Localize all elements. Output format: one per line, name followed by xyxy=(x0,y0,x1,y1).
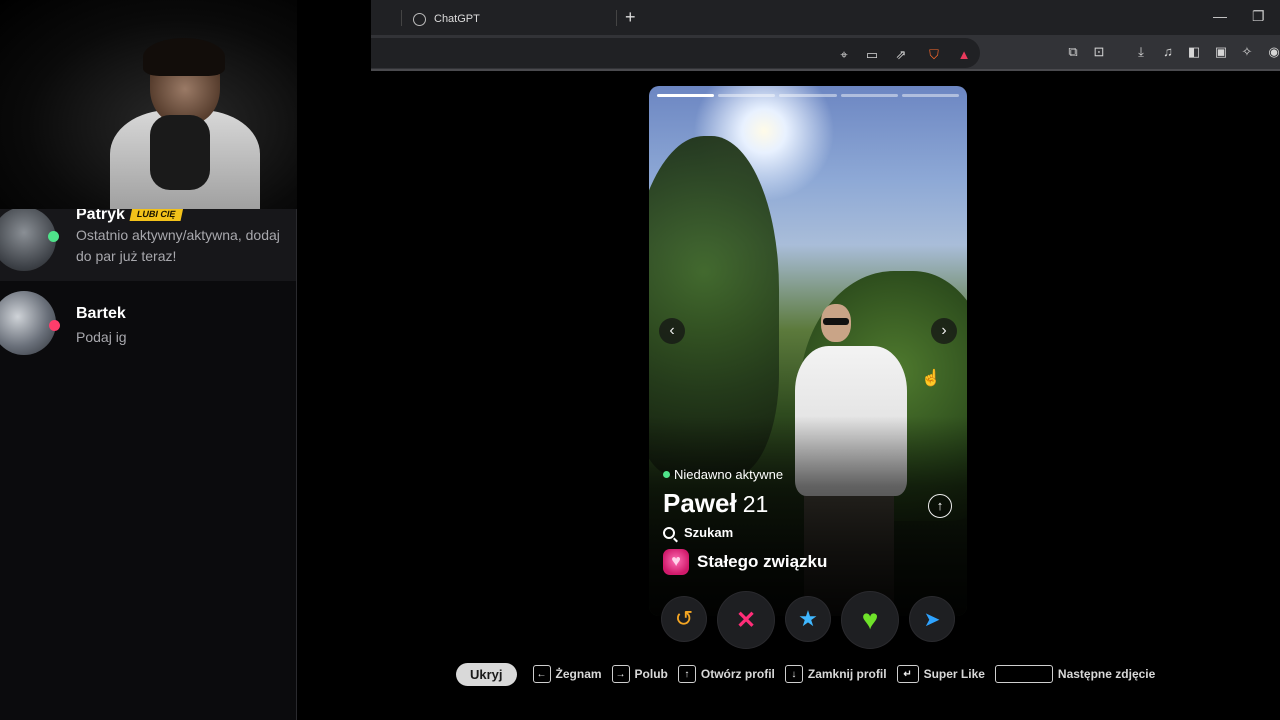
shortcut-like: → Polub xyxy=(611,665,668,683)
shortcut-label: Następne zdjęcie xyxy=(1057,667,1156,681)
hide-shortcuts-button[interactable]: Ukryj xyxy=(456,662,517,686)
tab-title: ChatGPT xyxy=(434,13,480,25)
minimize-button[interactable]: — xyxy=(1213,8,1227,24)
location-icon[interactable]: ⌖ xyxy=(836,47,852,63)
enter-key-icon: ↵ xyxy=(896,665,919,683)
browser-toolbar: ⌖ ▭ ⇗ ⛉ ▲ ⧉ ⊡ ⤓ ♫ ◧ ▣ ✧ ◉ xyxy=(371,35,1280,71)
boost-button[interactable]: ➤ xyxy=(910,597,954,641)
shortcut-label: Zamknij profil xyxy=(807,667,887,681)
new-tab-button[interactable]: + xyxy=(625,7,636,28)
photo-progress-segment[interactable] xyxy=(718,94,776,97)
relationship-goal-text: Stałego związku xyxy=(697,552,828,571)
download-icon[interactable]: ⤓ xyxy=(1133,44,1149,60)
right-arrow-key-icon: → xyxy=(611,665,630,683)
previous-photo-button[interactable]: ‹ xyxy=(659,318,685,344)
open-profile-button[interactable]: ↑ xyxy=(928,494,952,518)
cast-icon[interactable]: ▭ xyxy=(864,47,880,63)
webcam-overlay xyxy=(0,0,297,209)
left-arrow-key-icon: ← xyxy=(532,665,551,683)
vpn-icon[interactable]: ◉ xyxy=(1266,44,1280,60)
like-button[interactable]: ♥ xyxy=(842,592,898,648)
action-buttons: ↺ ✕ ★ ♥ ➤ xyxy=(649,592,967,648)
translate-icon[interactable]: ⊡ xyxy=(1091,44,1107,60)
profile-name-text: Paweł xyxy=(663,488,737,518)
extensions-icon[interactable]: ⧉ xyxy=(1065,44,1081,60)
share-icon[interactable]: ⇗ xyxy=(893,47,909,63)
chat-preview: Podaj ig xyxy=(76,329,127,345)
profile-card[interactable]: ‹ › Niedawno aktywne Paweł 21 ↑ Szukam ♥ … xyxy=(649,86,967,616)
star-icon: ★ xyxy=(798,606,818,631)
tab-chatgpt[interactable]: ChatGPT xyxy=(401,6,616,32)
shortcut-label: Polub xyxy=(634,667,668,681)
shortcut-next-photo: Następne zdjęcie xyxy=(994,665,1156,683)
photo-progress-segment[interactable] xyxy=(901,94,960,97)
shortcut-label: Super Like xyxy=(923,667,985,681)
browser-tab-strip: ChatGPT + — ❐ xyxy=(371,0,1280,35)
likes-you-badge: LUBI CIĘ xyxy=(129,207,183,221)
brave-shield-icon[interactable]: ⛉ xyxy=(926,47,942,63)
webcam-person-arm xyxy=(150,115,210,190)
space-key-icon xyxy=(994,665,1053,683)
next-photo-button[interactable]: › xyxy=(931,318,957,344)
up-arrow-key-icon: ↑ xyxy=(677,665,696,683)
online-status-dot xyxy=(48,231,59,242)
hand-cursor-icon: ☝ xyxy=(921,370,941,387)
photo-person-sunglasses xyxy=(823,318,849,325)
super-like-button[interactable]: ★ xyxy=(786,597,830,641)
seeking-label: Szukam xyxy=(684,525,734,540)
shortcut-close-profile: ↓ Zamknij profil xyxy=(784,665,887,683)
address-bar[interactable]: ⌖ ▭ ⇗ ⛉ ▲ xyxy=(371,38,980,68)
avatar xyxy=(0,207,56,271)
shortcut-label: Żegnam xyxy=(555,667,602,681)
chatgpt-icon xyxy=(413,12,426,26)
wallet-icon[interactable]: ▣ xyxy=(1213,44,1229,60)
search-icon xyxy=(663,526,675,539)
leo-icon[interactable]: ✧ xyxy=(1239,44,1255,60)
profile-name: Paweł 21 xyxy=(663,488,768,519)
chat-name: Bartek xyxy=(76,305,126,322)
shortcut-open-profile: ↑ Otwórz profil xyxy=(677,665,775,683)
relationship-goal: ♥ Stałego związku xyxy=(663,549,827,575)
chat-item-patryk[interactable]: Patryk LUBI CIĘ Ostatnio aktywny/aktywna,… xyxy=(0,201,296,281)
avatar xyxy=(0,291,56,355)
active-status-text: Niedawno aktywne xyxy=(674,467,784,482)
seeking-row: Szukam xyxy=(663,525,733,540)
close-icon: ✕ xyxy=(735,606,757,634)
chat-preview: Ostatnio aktywny/aktywna, dodaj do par j… xyxy=(76,227,280,264)
rewind-button[interactable]: ↺ xyxy=(662,597,706,641)
shortcut-label: Otwórz profil xyxy=(700,667,775,681)
shortcut-super-like: ↵ Super Like xyxy=(896,665,985,683)
down-arrow-key-icon: ↓ xyxy=(784,665,803,683)
nope-button[interactable]: ✕ xyxy=(718,592,774,648)
shortcut-nope: ← Żegnam xyxy=(532,665,602,683)
unread-status-dot xyxy=(49,320,60,331)
brave-rewards-icon[interactable]: ▲ xyxy=(956,47,972,63)
photo-progress-segment[interactable] xyxy=(840,94,898,97)
rewind-icon: ↺ xyxy=(674,606,694,631)
tab-separator xyxy=(616,10,617,26)
profile-age: 21 xyxy=(742,491,769,517)
active-status: Niedawno aktywne xyxy=(663,467,783,482)
send-icon: ➤ xyxy=(923,608,941,631)
webcam-person-hair xyxy=(143,38,225,76)
heart-arrow-icon: ♥ xyxy=(663,549,689,575)
chat-item-bartek[interactable]: Bartek Podaj ig xyxy=(0,288,296,362)
sidebar-icon[interactable]: ◧ xyxy=(1186,44,1202,60)
photo-progress-segment[interactable] xyxy=(779,94,837,97)
photo-progress-bar xyxy=(657,94,960,97)
active-dot-icon xyxy=(663,471,670,478)
photo-progress-segment[interactable] xyxy=(657,94,715,97)
media-icon[interactable]: ♫ xyxy=(1160,44,1176,60)
heart-icon: ♥ xyxy=(861,604,879,635)
restore-button[interactable]: ❐ xyxy=(1252,8,1265,25)
keyboard-shortcuts-bar: Ukryj ← Żegnam → Polub ↑ Otwórz profil ↓… xyxy=(456,662,1165,686)
